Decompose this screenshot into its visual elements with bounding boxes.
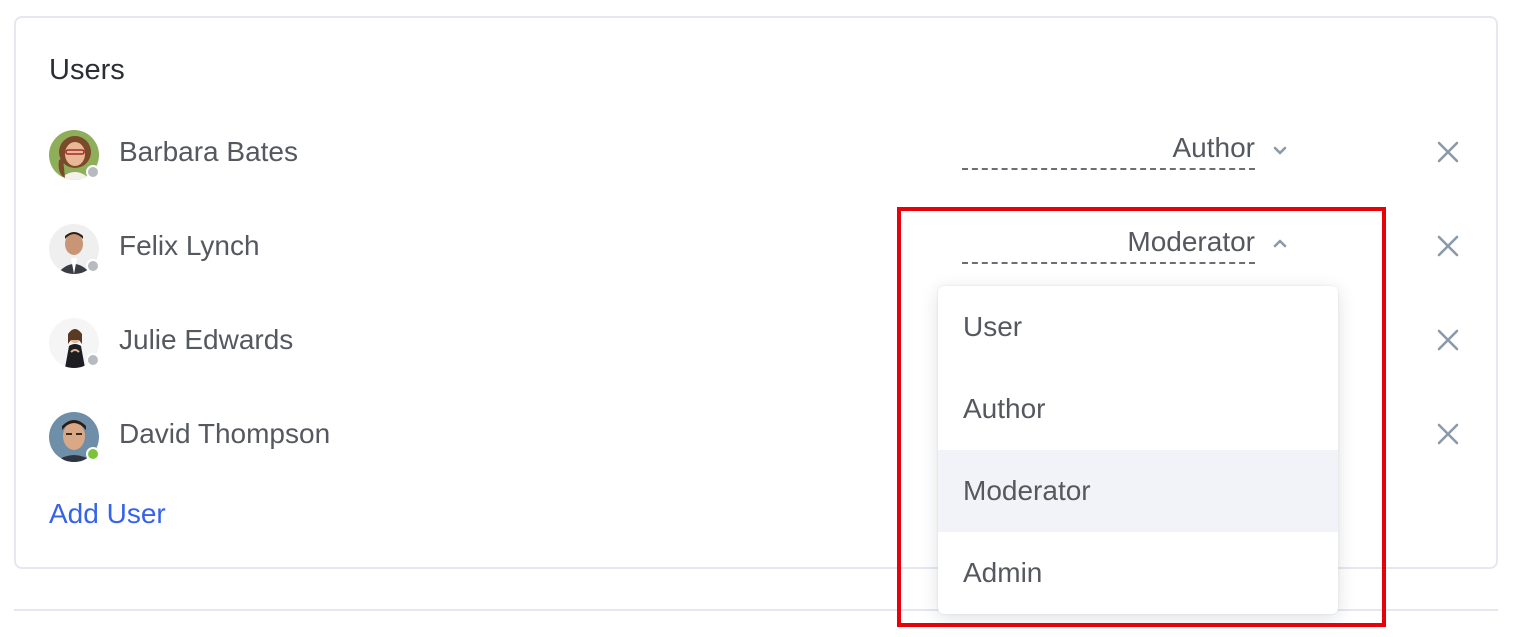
- user-name: Julie Edwards: [119, 324, 294, 355]
- add-user-link[interactable]: Add User: [49, 498, 166, 530]
- avatar: [49, 224, 100, 274]
- dropdown-option-moderator[interactable]: Moderator: [938, 450, 1338, 532]
- user-name: David Thompson: [119, 418, 331, 449]
- close-icon[interactable]: [1434, 420, 1462, 448]
- status-dot: [86, 353, 100, 367]
- status-dot: [86, 447, 100, 461]
- role-select[interactable]: Moderator: [962, 221, 1292, 273]
- avatar: [49, 318, 100, 368]
- user-name: Barbara Bates: [119, 136, 298, 167]
- user-name: Felix Lynch: [119, 230, 260, 261]
- role-select[interactable]: Author: [962, 127, 1292, 179]
- close-icon[interactable]: [1434, 326, 1462, 354]
- role-value: Author: [962, 130, 1255, 170]
- role-dropdown-menu: User Author Moderator Admin: [938, 286, 1338, 614]
- user-row: Felix Lynch Moderator: [49, 221, 1469, 277]
- close-icon[interactable]: [1434, 232, 1462, 260]
- dropdown-option-admin[interactable]: Admin: [938, 532, 1338, 614]
- avatar: [49, 130, 100, 180]
- chevron-down-icon: [1273, 146, 1287, 155]
- user-row: Barbara Bates Author: [49, 127, 1469, 183]
- close-icon[interactable]: [1434, 138, 1462, 166]
- role-value: Moderator: [962, 224, 1255, 264]
- chevron-up-icon: [1273, 239, 1287, 248]
- status-dot: [86, 259, 100, 273]
- dropdown-option-author[interactable]: Author: [938, 368, 1338, 450]
- status-dot: [86, 165, 100, 179]
- avatar: [49, 412, 100, 462]
- dropdown-option-user[interactable]: User: [938, 286, 1338, 368]
- card-title: Users: [49, 54, 125, 86]
